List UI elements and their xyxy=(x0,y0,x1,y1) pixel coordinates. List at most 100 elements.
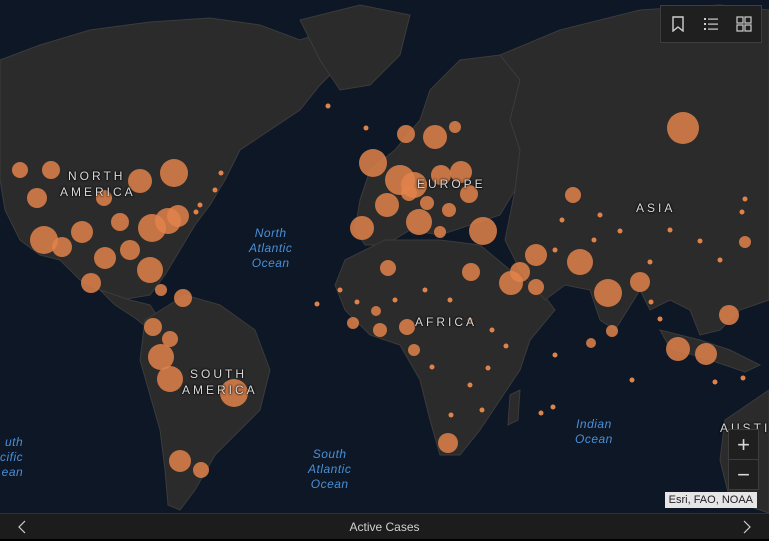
case-marker[interactable] xyxy=(399,319,415,335)
case-marker[interactable] xyxy=(347,317,359,329)
case-marker[interactable] xyxy=(42,161,60,179)
case-marker[interactable] xyxy=(719,305,739,325)
case-marker[interactable] xyxy=(606,325,618,337)
case-marker[interactable] xyxy=(12,162,28,178)
case-marker[interactable] xyxy=(499,271,523,295)
case-marker[interactable] xyxy=(485,365,491,371)
case-marker[interactable] xyxy=(137,257,163,283)
chevron-right-icon[interactable] xyxy=(737,518,755,536)
case-marker[interactable] xyxy=(380,260,396,276)
case-marker[interactable] xyxy=(325,103,331,109)
case-marker[interactable] xyxy=(94,247,116,269)
case-marker[interactable] xyxy=(160,159,188,187)
case-marker[interactable] xyxy=(144,318,162,336)
legend-list-icon[interactable] xyxy=(699,12,723,36)
case-marker[interactable] xyxy=(538,410,544,416)
case-marker[interactable] xyxy=(528,279,544,295)
case-marker[interactable] xyxy=(423,125,447,149)
case-marker[interactable] xyxy=(314,301,320,307)
case-marker[interactable] xyxy=(697,238,703,244)
case-marker[interactable] xyxy=(371,306,381,316)
case-marker[interactable] xyxy=(167,205,189,227)
case-marker[interactable] xyxy=(629,377,635,383)
case-marker[interactable] xyxy=(647,259,653,265)
case-marker[interactable] xyxy=(525,244,547,266)
case-marker[interactable] xyxy=(448,412,454,418)
case-marker[interactable] xyxy=(648,299,654,305)
case-marker[interactable] xyxy=(155,284,167,296)
case-marker[interactable] xyxy=(359,149,387,177)
case-marker[interactable] xyxy=(420,196,434,210)
case-marker[interactable] xyxy=(489,327,495,333)
case-marker[interactable] xyxy=(550,404,556,410)
ocean-label-indian: Indian Ocean xyxy=(575,417,613,446)
case-marker[interactable] xyxy=(503,343,509,349)
case-marker[interactable] xyxy=(174,289,192,307)
case-marker[interactable] xyxy=(739,209,745,215)
case-marker[interactable] xyxy=(212,187,218,193)
case-marker[interactable] xyxy=(120,240,140,260)
case-marker[interactable] xyxy=(71,221,93,243)
case-marker[interactable] xyxy=(695,343,717,365)
case-marker[interactable] xyxy=(559,217,565,223)
case-marker[interactable] xyxy=(337,287,343,293)
case-marker[interactable] xyxy=(375,193,399,217)
basemap-gallery-icon[interactable] xyxy=(732,12,756,36)
case-marker[interactable] xyxy=(717,257,723,263)
case-marker[interactable] xyxy=(467,382,473,388)
case-marker[interactable] xyxy=(667,112,699,144)
case-marker[interactable] xyxy=(434,226,446,238)
case-marker[interactable] xyxy=(447,297,453,303)
case-marker[interactable] xyxy=(406,209,432,235)
zoom-out-button[interactable]: − xyxy=(729,459,758,489)
case-marker[interactable] xyxy=(666,337,690,361)
case-marker[interactable] xyxy=(565,187,581,203)
case-marker[interactable] xyxy=(657,316,663,322)
bookmark-icon[interactable] xyxy=(666,12,690,36)
case-marker[interactable] xyxy=(479,407,485,413)
case-marker[interactable] xyxy=(442,203,456,217)
case-marker[interactable] xyxy=(586,338,596,348)
case-marker[interactable] xyxy=(354,299,360,305)
case-marker[interactable] xyxy=(52,237,72,257)
case-marker[interactable] xyxy=(591,237,597,243)
case-marker[interactable] xyxy=(617,228,623,234)
case-marker[interactable] xyxy=(111,213,129,231)
case-marker[interactable] xyxy=(197,202,203,208)
case-marker[interactable] xyxy=(469,217,497,245)
case-marker[interactable] xyxy=(667,227,673,233)
map-view[interactable]: NORTH AMERICA SOUTH AMERICA EUROPE AFRICA ASIA… xyxy=(0,0,769,513)
case-marker[interactable] xyxy=(408,344,420,356)
zoom-in-button[interactable]: + xyxy=(729,430,758,459)
case-marker[interactable] xyxy=(27,188,47,208)
case-marker[interactable] xyxy=(567,249,593,275)
case-marker[interactable] xyxy=(594,279,622,307)
case-marker[interactable] xyxy=(193,209,199,215)
case-marker[interactable] xyxy=(363,125,369,131)
case-marker[interactable] xyxy=(552,352,558,358)
case-marker[interactable] xyxy=(739,236,751,248)
case-marker[interactable] xyxy=(449,121,461,133)
case-marker[interactable] xyxy=(218,170,224,176)
case-marker[interactable] xyxy=(193,462,209,478)
case-marker[interactable] xyxy=(397,125,415,143)
continent-label-europe: EUROPE xyxy=(417,177,486,191)
case-marker[interactable] xyxy=(81,273,101,293)
case-marker[interactable] xyxy=(169,450,191,472)
case-marker[interactable] xyxy=(429,364,435,370)
ocean-label-south-pacific: uth cific ean xyxy=(0,435,24,479)
case-marker[interactable] xyxy=(712,379,718,385)
case-marker[interactable] xyxy=(740,375,746,381)
case-marker[interactable] xyxy=(438,433,458,453)
case-marker[interactable] xyxy=(401,185,417,201)
case-marker[interactable] xyxy=(422,287,428,293)
case-marker[interactable] xyxy=(462,263,480,281)
case-marker[interactable] xyxy=(392,297,398,303)
case-marker[interactable] xyxy=(373,323,387,337)
case-marker[interactable] xyxy=(552,247,558,253)
case-marker[interactable] xyxy=(597,212,603,218)
case-marker[interactable] xyxy=(630,272,650,292)
case-marker[interactable] xyxy=(350,216,374,240)
case-marker[interactable] xyxy=(157,366,183,392)
case-marker[interactable] xyxy=(742,196,748,202)
